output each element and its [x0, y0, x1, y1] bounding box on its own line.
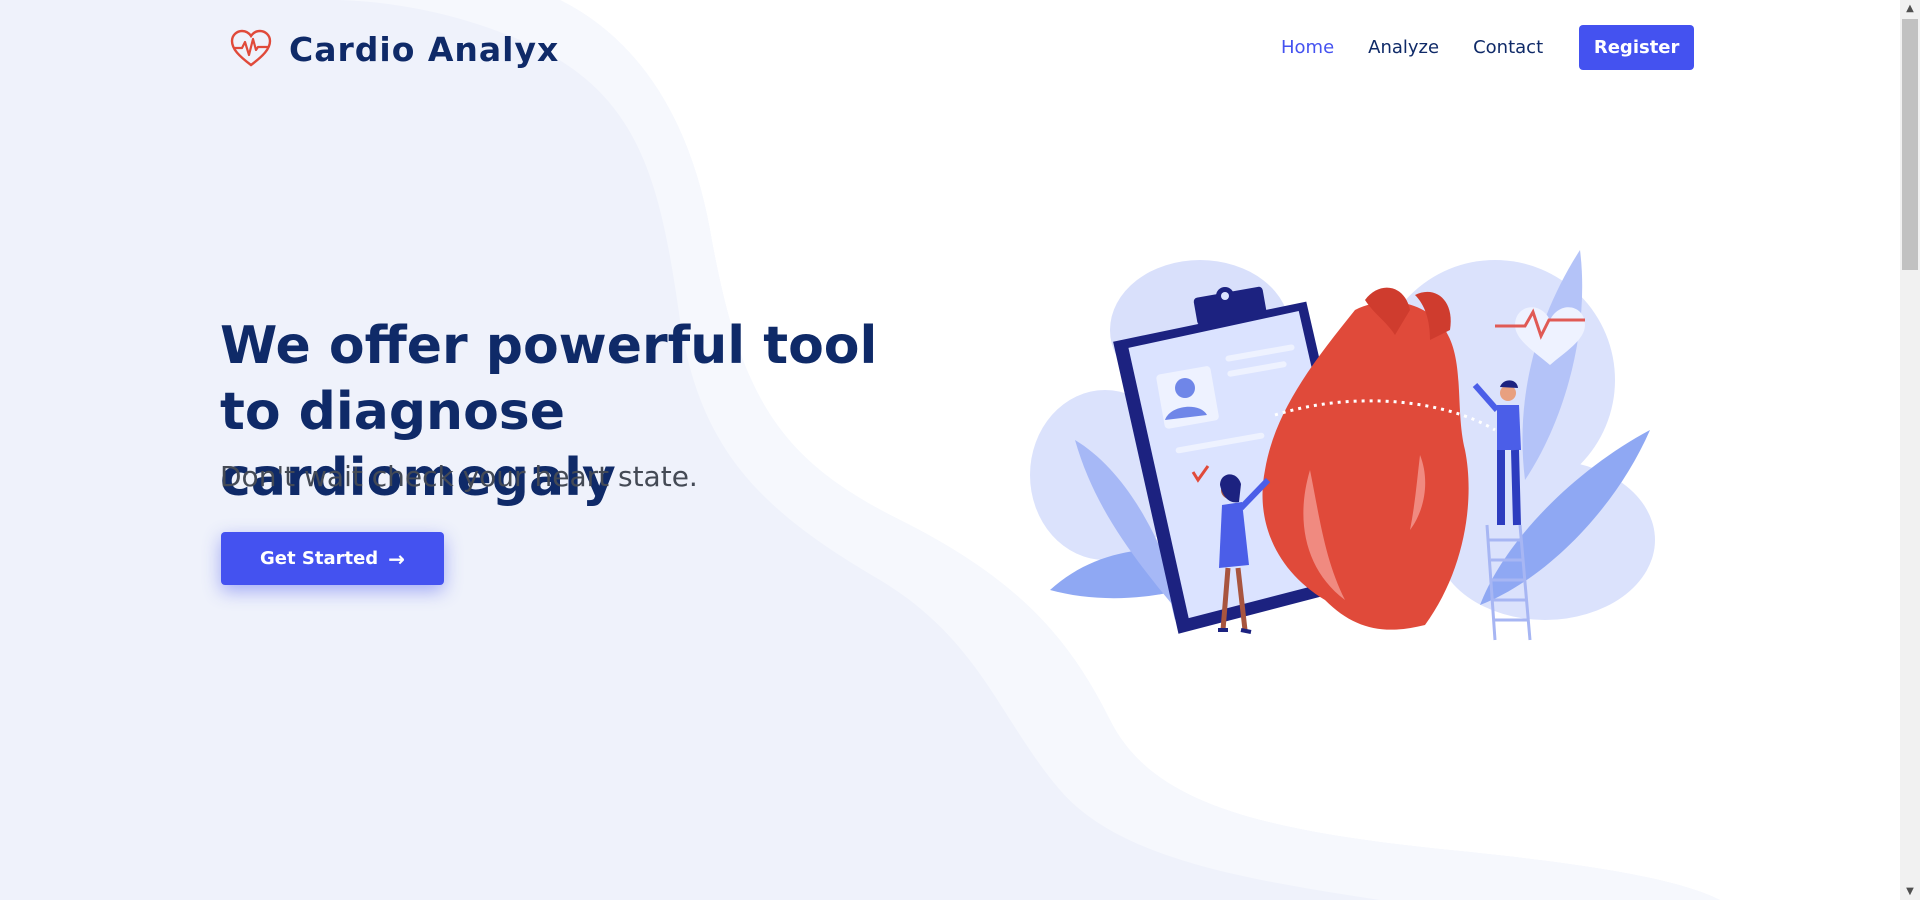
main-nav: Home Analyze Contact Register: [1281, 25, 1695, 70]
page: Cardio Analyx Home Analyze Contact Regis…: [0, 0, 1900, 900]
nav-analyze-link[interactable]: Analyze: [1368, 37, 1439, 58]
nav-home-link[interactable]: Home: [1281, 37, 1334, 58]
heart-pulse-icon: [230, 29, 272, 67]
register-button[interactable]: Register: [1579, 25, 1695, 70]
brand-logo[interactable]: Cardio Analyx: [229, 26, 559, 72]
get-started-label: Get Started: [260, 548, 379, 569]
heart-illustration: [1030, 250, 1655, 641]
scrollbar-thumb[interactable]: [1902, 19, 1918, 270]
scroll-up-arrow-icon[interactable]: ▲: [1900, 0, 1920, 17]
page-scrollbar[interactable]: ▲ ▼: [1900, 0, 1920, 900]
site-header: Cardio Analyx Home Analyze Contact Regis…: [0, 0, 1900, 95]
scroll-down-arrow-icon[interactable]: ▼: [1900, 883, 1920, 900]
arrow-right-icon: →: [388, 546, 405, 571]
hero-subtitle: Don't wait check your heart state.: [220, 460, 698, 493]
get-started-button[interactable]: Get Started →: [221, 532, 444, 585]
nav-contact-link[interactable]: Contact: [1473, 37, 1543, 58]
brand-name: Cardio Analyx: [289, 29, 560, 69]
